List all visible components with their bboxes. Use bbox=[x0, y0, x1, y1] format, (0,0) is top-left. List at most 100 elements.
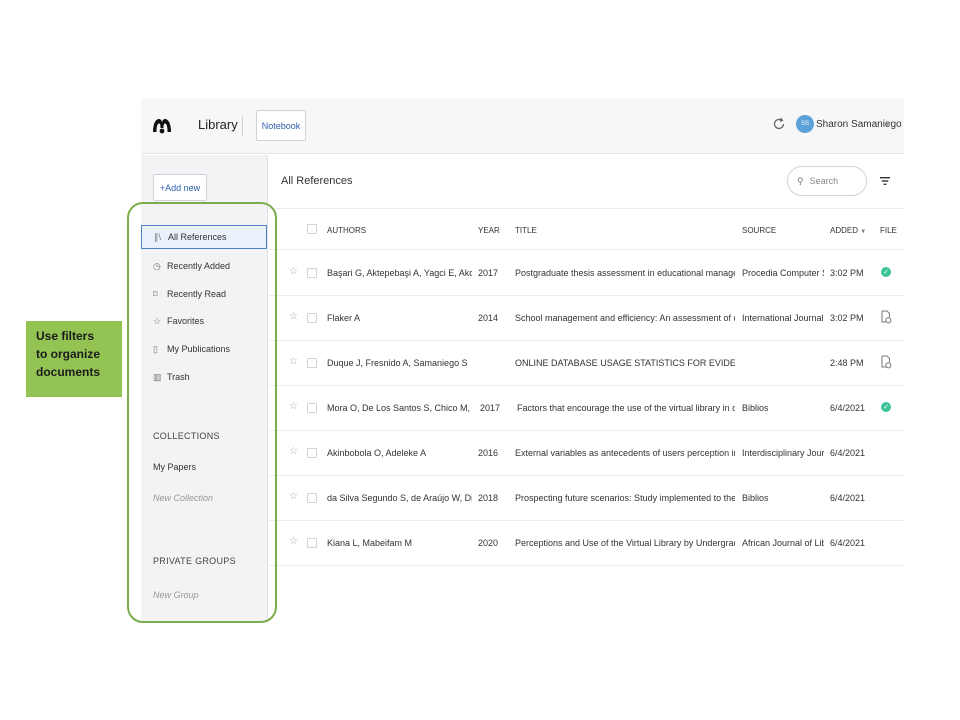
row-title: Factors that encourage the use of the vi… bbox=[517, 403, 735, 413]
sidebar-item-my-publications[interactable]: ▯ My Publications bbox=[141, 337, 268, 361]
row-source: African Journal of Lib... bbox=[742, 538, 824, 548]
notebook-button[interactable]: Notebook bbox=[256, 110, 306, 141]
row-authors: Başari G, Aktepebaşi A, Yagci E, Akdag S bbox=[327, 268, 472, 278]
panel-header: All References ⚲ Search bbox=[269, 155, 904, 209]
column-added[interactable]: ADDED ▼ bbox=[830, 226, 866, 235]
filter-icon[interactable] bbox=[879, 175, 891, 187]
document-icon: ▯ bbox=[153, 343, 158, 354]
mendeley-logo-icon[interactable] bbox=[151, 114, 173, 136]
star-icon[interactable]: ☆ bbox=[289, 446, 298, 457]
row-authors: Duque J, Fresnido A, Samaniego S bbox=[327, 358, 468, 368]
column-source[interactable]: SOURCE bbox=[742, 226, 776, 235]
row-source: Procedia Computer S... bbox=[742, 268, 824, 278]
table-row[interactable]: ☆ Mora O, De Los Santos S, Chico M, Me..… bbox=[269, 386, 904, 431]
collection-item-my-papers[interactable]: My Papers bbox=[153, 462, 196, 472]
sidebar-item-label: All References bbox=[168, 232, 227, 242]
star-icon[interactable]: ☆ bbox=[289, 311, 298, 322]
row-year: 2020 bbox=[478, 538, 499, 548]
row-title: ONLINE DATABASE USAGE STATISTICS FOR EVI… bbox=[515, 358, 735, 368]
file-sync-icon[interactable] bbox=[880, 310, 892, 324]
callout-line: Use filters bbox=[36, 329, 95, 343]
file-sync-icon[interactable] bbox=[880, 355, 892, 369]
star-icon[interactable]: ☆ bbox=[289, 356, 298, 367]
select-all-checkbox[interactable] bbox=[307, 224, 317, 234]
table-row[interactable]: ☆ Akinbobola O, Adeleke A 2016 External … bbox=[269, 431, 904, 476]
collections-heading: COLLECTIONS bbox=[153, 431, 220, 441]
top-bar: Library Notebook SS Sharon Samaniego ∨ bbox=[141, 98, 904, 154]
row-checkbox[interactable] bbox=[307, 538, 317, 548]
row-checkbox[interactable] bbox=[307, 358, 317, 368]
sidebar-item-label: Recently Added bbox=[167, 261, 231, 271]
sidebar-item-label: My Publications bbox=[167, 344, 231, 354]
sort-down-icon: ▼ bbox=[860, 229, 867, 235]
row-year: 2017 bbox=[478, 268, 499, 278]
sidebar-item-recently-read[interactable]: ⌑ Recently Read bbox=[141, 282, 268, 306]
row-title: School management and efficiency: An ass… bbox=[515, 313, 735, 323]
table-row[interactable]: ☆ Başari G, Aktepebaşi A, Yagci E, Akdag… bbox=[269, 251, 904, 296]
callout-line: to organize bbox=[36, 347, 101, 361]
column-authors[interactable]: AUTHORS bbox=[327, 226, 366, 235]
add-new-button[interactable]: +Add new bbox=[153, 174, 207, 201]
table-row[interactable]: ☆ Duque J, Fresnido A, Samaniego S ONLIN… bbox=[269, 341, 904, 386]
star-icon[interactable]: ☆ bbox=[289, 491, 298, 502]
page-title: All References bbox=[281, 175, 353, 187]
sync-icon[interactable] bbox=[772, 117, 786, 131]
table-header: AUTHORS YEAR TITLE SOURCE ADDED ▼ FILE bbox=[269, 210, 904, 250]
sidebar-item-trash[interactable]: ▥ Trash bbox=[141, 365, 268, 389]
row-authors: Akinbobola O, Adeleke A bbox=[327, 448, 427, 458]
sidebar-item-label: Trash bbox=[167, 372, 190, 382]
search-input[interactable]: ⚲ Search bbox=[787, 166, 867, 196]
row-title: External variables as antecedents of use… bbox=[515, 448, 735, 458]
row-source: Biblios bbox=[742, 403, 769, 413]
row-authors: Kiana L, Mabeifam M bbox=[327, 538, 413, 548]
row-authors: da Silva Segundo S, de Araújo W, Dias G bbox=[327, 493, 472, 503]
search-icon: ⚲ bbox=[797, 175, 804, 186]
row-added: 6/4/2021 bbox=[830, 493, 866, 503]
row-authors: Flaker A bbox=[327, 313, 361, 323]
new-group-link[interactable]: New Group bbox=[153, 590, 199, 600]
sidebar: +Add new ∥\ All References ◷ Recently Ad… bbox=[141, 155, 268, 622]
row-added: 6/4/2021 bbox=[830, 403, 866, 413]
row-source: International Journal ... bbox=[742, 313, 824, 323]
sidebar-item-all-references[interactable]: ∥\ All References bbox=[141, 225, 267, 249]
file-attached-check-icon[interactable]: ✓ bbox=[881, 402, 891, 412]
row-year: 2017 bbox=[480, 403, 501, 413]
sidebar-item-recently-added[interactable]: ◷ Recently Added bbox=[141, 254, 268, 278]
column-file[interactable]: FILE bbox=[880, 226, 897, 235]
table-row[interactable]: ☆ Flaker A 2014 School management and ef… bbox=[269, 296, 904, 341]
references-panel: All References ⚲ Search AUTHORS YEAR TIT… bbox=[269, 155, 904, 622]
row-authors: Mora O, De Los Santos S, Chico M, Me... bbox=[327, 403, 472, 413]
file-attached-check-icon[interactable]: ✓ bbox=[881, 267, 891, 277]
clock-icon: ◷ bbox=[153, 260, 161, 271]
annotation-callout: Use filters to organize documents bbox=[26, 321, 122, 397]
row-added: 6/4/2021 bbox=[830, 538, 866, 548]
table-row[interactable]: ☆ da Silva Segundo S, de Araújo W, Dias … bbox=[269, 476, 904, 521]
row-checkbox[interactable] bbox=[307, 268, 317, 278]
title-divider bbox=[242, 116, 243, 136]
bookmark-icon: ⌑ bbox=[153, 288, 158, 299]
row-year: 2018 bbox=[478, 493, 499, 503]
search-placeholder: Search bbox=[809, 176, 839, 186]
row-year: 2014 bbox=[478, 313, 499, 323]
star-icon[interactable]: ☆ bbox=[289, 401, 298, 412]
column-year[interactable]: YEAR bbox=[478, 226, 500, 235]
row-added: 2:48 PM bbox=[830, 358, 864, 368]
row-source: Biblios bbox=[742, 493, 769, 503]
private-groups-heading: PRIVATE GROUPS bbox=[153, 556, 236, 566]
column-title[interactable]: TITLE bbox=[515, 226, 537, 235]
app-title: Library bbox=[198, 117, 238, 132]
row-checkbox[interactable] bbox=[307, 448, 317, 458]
sidebar-item-favorites[interactable]: ☆ Favorites bbox=[141, 309, 268, 333]
chevron-down-icon[interactable]: ∨ bbox=[885, 119, 892, 130]
star-icon[interactable]: ☆ bbox=[289, 536, 298, 547]
sidebar-item-label: Recently Read bbox=[167, 289, 227, 299]
row-checkbox[interactable] bbox=[307, 403, 317, 413]
table-row[interactable]: ☆ Kiana L, Mabeifam M 2020 Perceptions a… bbox=[269, 521, 904, 566]
sidebar-item-label: Favorites bbox=[167, 316, 205, 326]
row-added: 3:02 PM bbox=[830, 268, 864, 278]
row-checkbox[interactable] bbox=[307, 493, 317, 503]
user-avatar[interactable]: SS bbox=[796, 115, 814, 133]
star-icon[interactable]: ☆ bbox=[289, 266, 298, 277]
row-checkbox[interactable] bbox=[307, 313, 317, 323]
new-collection-link[interactable]: New Collection bbox=[153, 493, 213, 503]
